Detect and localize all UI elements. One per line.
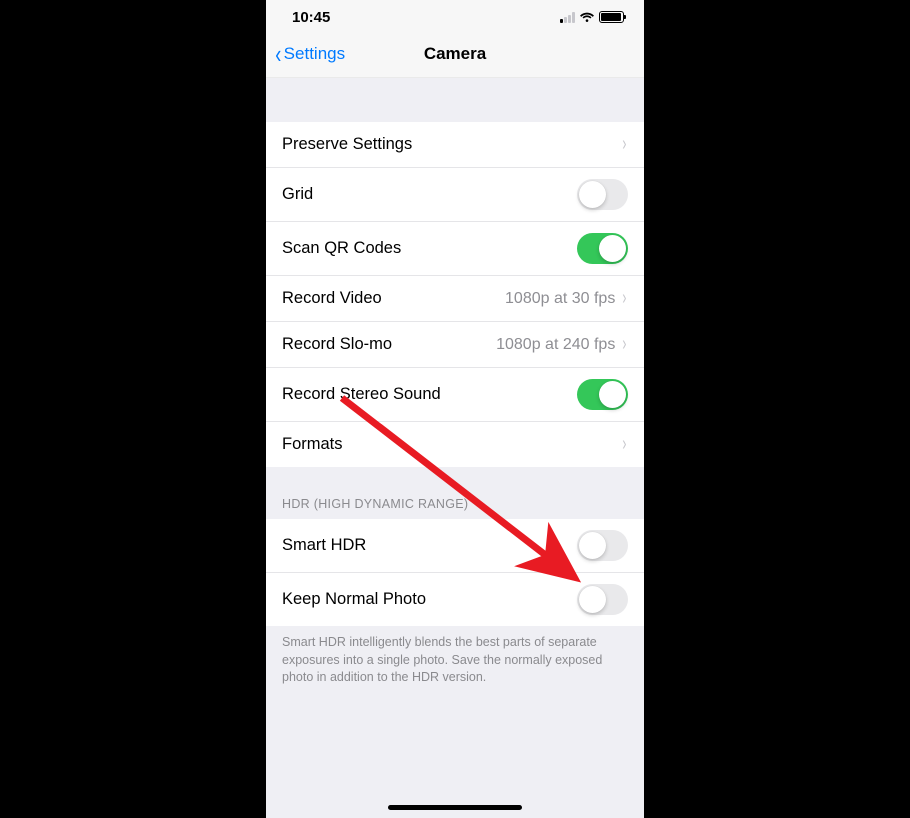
row-scan-qr: Scan QR Codes — [266, 222, 644, 276]
toggle-keep-normal-photo[interactable] — [577, 584, 628, 615]
row-record-video[interactable]: Record Video 1080p at 30 fps › — [266, 276, 644, 322]
status-bar: 10:45 — [266, 0, 644, 30]
settings-group-hdr: Smart HDR Keep Normal Photo — [266, 519, 644, 626]
row-value: 1080p at 30 fps — [505, 290, 615, 308]
row-stereo-sound: Record Stereo Sound — [266, 368, 644, 422]
settings-group-main: Preserve Settings › Grid Scan QR Codes R… — [266, 122, 644, 467]
toggle-smart-hdr[interactable] — [577, 530, 628, 561]
row-smart-hdr: Smart HDR — [266, 519, 644, 573]
chevron-right-icon: › — [623, 433, 627, 456]
row-preserve-settings[interactable]: Preserve Settings › — [266, 122, 644, 168]
chevron-right-icon: › — [623, 133, 627, 156]
toggle-grid[interactable] — [577, 179, 628, 210]
battery-icon — [599, 11, 624, 23]
section-header-hdr: HDR (HIGH DYNAMIC RANGE) — [266, 467, 644, 519]
row-record-slomo[interactable]: Record Slo-mo 1080p at 240 fps › — [266, 322, 644, 368]
home-indicator — [388, 805, 522, 810]
phone-frame: 10:45 ‹ Settings Camera Preserve Setting… — [266, 0, 644, 818]
row-keep-normal-photo: Keep Normal Photo — [266, 573, 644, 626]
row-label: Record Video — [282, 289, 382, 308]
status-right — [560, 11, 624, 23]
chevron-right-icon: › — [623, 287, 627, 310]
row-label: Record Stereo Sound — [282, 385, 441, 404]
content: Preserve Settings › Grid Scan QR Codes R… — [266, 78, 644, 818]
row-label: Grid — [282, 185, 313, 204]
toggle-stereo-sound[interactable] — [577, 379, 628, 410]
back-button[interactable]: ‹ Settings — [266, 41, 345, 67]
wifi-icon — [579, 11, 595, 23]
row-formats[interactable]: Formats › — [266, 422, 644, 467]
row-label: Record Slo-mo — [282, 335, 392, 354]
row-value: 1080p at 240 fps — [496, 336, 615, 354]
row-label: Smart HDR — [282, 536, 366, 555]
nav-bar: ‹ Settings Camera — [266, 30, 644, 78]
toggle-scan-qr[interactable] — [577, 233, 628, 264]
cellular-icon — [560, 12, 575, 23]
row-label: Scan QR Codes — [282, 239, 401, 258]
row-label: Formats — [282, 435, 343, 454]
row-label: Keep Normal Photo — [282, 590, 426, 609]
row-label: Preserve Settings — [282, 135, 412, 154]
back-label: Settings — [284, 44, 345, 64]
chevron-left-icon: ‹ — [275, 41, 281, 67]
row-grid: Grid — [266, 168, 644, 222]
status-time: 10:45 — [292, 9, 330, 26]
section-footer-hdr: Smart HDR intelligently blends the best … — [266, 626, 644, 695]
chevron-right-icon: › — [623, 333, 627, 356]
